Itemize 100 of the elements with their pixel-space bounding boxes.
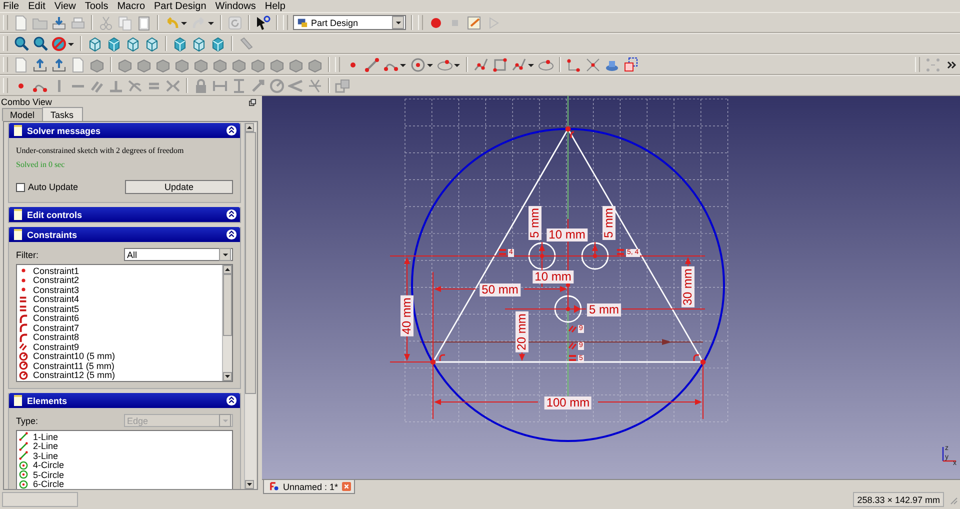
element-item[interactable]: 2-Line xyxy=(19,442,232,451)
dimension-label[interactable]: 40 mm xyxy=(400,296,414,336)
dots-icon[interactable] xyxy=(925,56,941,72)
constraint-item[interactable]: Constraint10 (5 mm) xyxy=(19,352,222,361)
angle-icon[interactable] xyxy=(288,78,304,94)
block-icon[interactable] xyxy=(89,56,105,72)
document-icon[interactable] xyxy=(13,14,29,30)
panel-tab[interactable]: Tasks xyxy=(42,107,83,121)
document-icon[interactable] xyxy=(13,56,29,72)
line-icon[interactable] xyxy=(364,56,380,72)
toolbar-grip[interactable] xyxy=(335,57,340,72)
radius-icon[interactable] xyxy=(269,78,285,94)
printer-icon[interactable] xyxy=(70,14,86,30)
polyline-icon[interactable] xyxy=(473,56,489,72)
element-item[interactable]: 5-Circle xyxy=(19,470,232,480)
toolbar-grip[interactable] xyxy=(3,78,8,93)
dimension-label[interactable]: 20 mm xyxy=(516,312,528,352)
constraint-item[interactable]: Constraint6 xyxy=(19,314,222,323)
equal-constraint-icon[interactable] xyxy=(569,355,576,361)
section-header[interactable]: Constraints xyxy=(9,227,240,242)
element-item[interactable]: 1-Line xyxy=(19,432,232,442)
block-icon[interactable] xyxy=(307,56,323,72)
constraint-item[interactable]: Constraint5 xyxy=(19,304,222,314)
cube-icon[interactable] xyxy=(210,36,226,52)
scroll-up-icon[interactable] xyxy=(223,265,232,274)
cube-icon[interactable] xyxy=(125,36,141,52)
symmetry-icon[interactable] xyxy=(165,78,181,94)
scrollbar-thumb[interactable] xyxy=(223,274,232,336)
cross-icon[interactable] xyxy=(585,56,601,72)
document-tab[interactable]: Unnamed : 1* xyxy=(263,480,355,494)
filter-dropdown[interactable]: All xyxy=(124,248,233,261)
dimension-label[interactable]: 5 mm xyxy=(602,206,616,240)
hole-circle[interactable] xyxy=(554,295,582,323)
toolbar-grip[interactable] xyxy=(283,15,288,30)
copy-icon[interactable] xyxy=(117,14,133,30)
menu-item[interactable]: View xyxy=(54,0,76,12)
scroll-up-icon[interactable] xyxy=(245,123,254,132)
toolbar-grip[interactable] xyxy=(3,15,8,30)
section-header[interactable]: Elements xyxy=(9,393,240,408)
upload-icon[interactable] xyxy=(51,56,67,72)
scrollbar-thumb[interactable] xyxy=(245,132,256,394)
corner-icon[interactable] xyxy=(566,56,582,72)
cube-icon[interactable] xyxy=(144,36,160,52)
panel-tab[interactable]: Model xyxy=(2,108,43,121)
block-icon[interactable] xyxy=(117,56,133,72)
cube-icon[interactable] xyxy=(87,36,103,52)
list-scrollbar[interactable] xyxy=(222,265,232,381)
section-header[interactable]: Solver messages xyxy=(9,123,240,138)
notepad-icon[interactable] xyxy=(466,14,482,30)
constraint-item[interactable]: Constraint12 (5 mm) xyxy=(19,370,222,380)
collapse-icon[interactable] xyxy=(226,229,237,240)
hole-circle[interactable] xyxy=(528,242,556,270)
close-icon[interactable] xyxy=(342,482,352,491)
parallel-constraint-icon[interactable] xyxy=(568,325,577,333)
toolbar-grip[interactable] xyxy=(418,15,423,30)
outer-circle[interactable] xyxy=(411,128,725,442)
rectangle-icon[interactable] xyxy=(492,56,508,72)
dimension-label[interactable]: 100 mm xyxy=(544,396,592,410)
toolbar-grip[interactable] xyxy=(3,36,8,51)
squares-icon[interactable] xyxy=(335,78,351,94)
panel-scrollbar[interactable] xyxy=(244,123,256,489)
dimension-label[interactable]: 10 mm xyxy=(546,228,588,242)
save-icon[interactable] xyxy=(51,14,67,30)
block-icon[interactable] xyxy=(174,56,190,72)
auto-update-checkbox[interactable]: Auto Update xyxy=(16,182,78,192)
collapse-icon[interactable] xyxy=(226,209,237,220)
undock-icon[interactable] xyxy=(249,98,256,106)
toolbar-grip[interactable] xyxy=(3,57,8,72)
tangent-icon[interactable] xyxy=(127,78,143,94)
constraint-item[interactable]: Constraint8 xyxy=(19,332,222,342)
section-header[interactable]: Edit controls xyxy=(9,207,240,222)
cube-icon[interactable] xyxy=(106,36,122,52)
equal-constraint-icon[interactable] xyxy=(617,249,624,255)
dimension-label[interactable]: 30 mm xyxy=(682,266,694,308)
dimension-label[interactable]: 50 mm xyxy=(480,284,520,296)
block-icon[interactable] xyxy=(136,56,152,72)
dimension-label[interactable]: 5 mm xyxy=(587,304,621,316)
constraint-item[interactable]: Constraint3 xyxy=(19,285,222,294)
pointer-icon[interactable] xyxy=(255,14,271,30)
constraint-item[interactable]: Constraint2 xyxy=(19,276,222,285)
ruler-icon[interactable] xyxy=(238,36,254,52)
block-icon[interactable] xyxy=(155,56,171,72)
dimension-label[interactable]: 5 mm xyxy=(528,206,542,240)
block-icon[interactable] xyxy=(250,56,266,72)
refresh-icon[interactable] xyxy=(227,14,243,30)
element-item[interactable]: 6-Circle xyxy=(19,480,232,489)
menu-item[interactable]: Windows xyxy=(215,0,256,12)
block-icon[interactable] xyxy=(193,56,209,72)
block-icon[interactable] xyxy=(288,56,304,72)
block-icon[interactable] xyxy=(231,56,247,72)
constraint-item[interactable]: Constraint1 xyxy=(19,266,222,276)
diagonal-arrow-icon[interactable] xyxy=(250,78,266,94)
constraint-item[interactable]: Constraint9 xyxy=(19,342,222,352)
cube-icon[interactable] xyxy=(191,36,207,52)
menu-item[interactable]: Edit xyxy=(28,0,46,12)
constraint-item[interactable]: Constraint7 xyxy=(19,323,222,332)
zoom-icon[interactable] xyxy=(13,36,29,52)
menu-item[interactable]: Help xyxy=(264,0,286,12)
vertical-distance-icon[interactable] xyxy=(231,78,247,94)
menu-item[interactable]: Macro xyxy=(117,0,146,12)
